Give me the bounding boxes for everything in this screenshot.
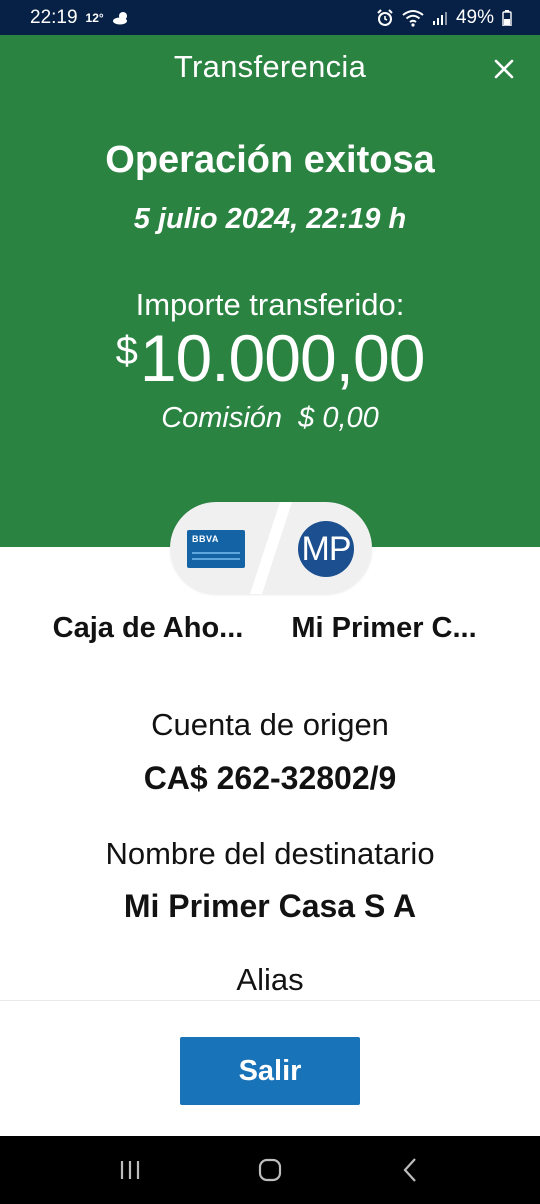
recent-apps-icon — [120, 1161, 140, 1179]
card-stripe — [192, 552, 240, 554]
signal-icon — [432, 10, 448, 26]
battery-level: 49% — [455, 6, 494, 28]
origin-account-name: Caja de Aho... — [52, 612, 244, 644]
alarm-icon — [376, 8, 394, 27]
operation-status-title: Operación exitosa — [105, 139, 435, 181]
recipient-name-label: Nombre del destinatario — [105, 836, 435, 871]
commission: Comisión $ 0,00 — [161, 402, 379, 434]
destination-avatar: MP — [298, 521, 354, 577]
recent-apps-button[interactable] — [100, 1140, 160, 1200]
success-header: Transferencia Operación exitosa 5 julio … — [0, 35, 540, 547]
wifi-icon — [402, 9, 424, 27]
card-stripe — [192, 558, 240, 560]
status-time: 22:19 — [30, 6, 78, 28]
system-nav-bar — [0, 1136, 540, 1204]
amount-label: Importe transferido: — [135, 287, 405, 322]
close-icon — [494, 59, 514, 79]
home-button[interactable] — [240, 1140, 300, 1200]
battery-icon — [502, 9, 512, 26]
origin-account-label: Cuenta de origen — [151, 707, 389, 742]
status-left: 22:19 12° — [30, 7, 130, 29]
currency-symbol: $ — [115, 329, 138, 373]
origin-account-value: CA$ 262-32802/9 — [143, 760, 397, 796]
home-icon — [258, 1158, 282, 1182]
status-temperature: 12° — [85, 10, 104, 25]
amount-value: 10.000,00 — [139, 321, 426, 395]
close-button[interactable] — [492, 57, 516, 81]
recipient-name-value: Mi Primer Casa S A — [123, 888, 417, 924]
footer: Salir — [0, 1000, 540, 1136]
origin-card-icon: BBVA — [187, 530, 245, 568]
weather-icon — [112, 11, 130, 25]
back-icon — [403, 1158, 416, 1182]
pill-divider — [250, 502, 292, 594]
operation-date: 5 julio 2024, 22:19 h — [133, 203, 407, 235]
status-bar: 22:19 12° 49% — [0, 0, 540, 35]
back-button[interactable] — [380, 1140, 440, 1200]
page-title: Transferencia — [173, 49, 367, 84]
status-right: 49% — [376, 7, 512, 29]
transferred-amount: $ 10.000,00 — [0, 325, 540, 391]
destination-account-name: Mi Primer C... — [291, 612, 477, 644]
bbva-logo: BBVA — [192, 534, 219, 544]
alias-label: Alias — [236, 962, 304, 997]
exit-button[interactable]: Salir — [180, 1037, 360, 1105]
accounts-pill: BBVA MP — [170, 502, 372, 594]
